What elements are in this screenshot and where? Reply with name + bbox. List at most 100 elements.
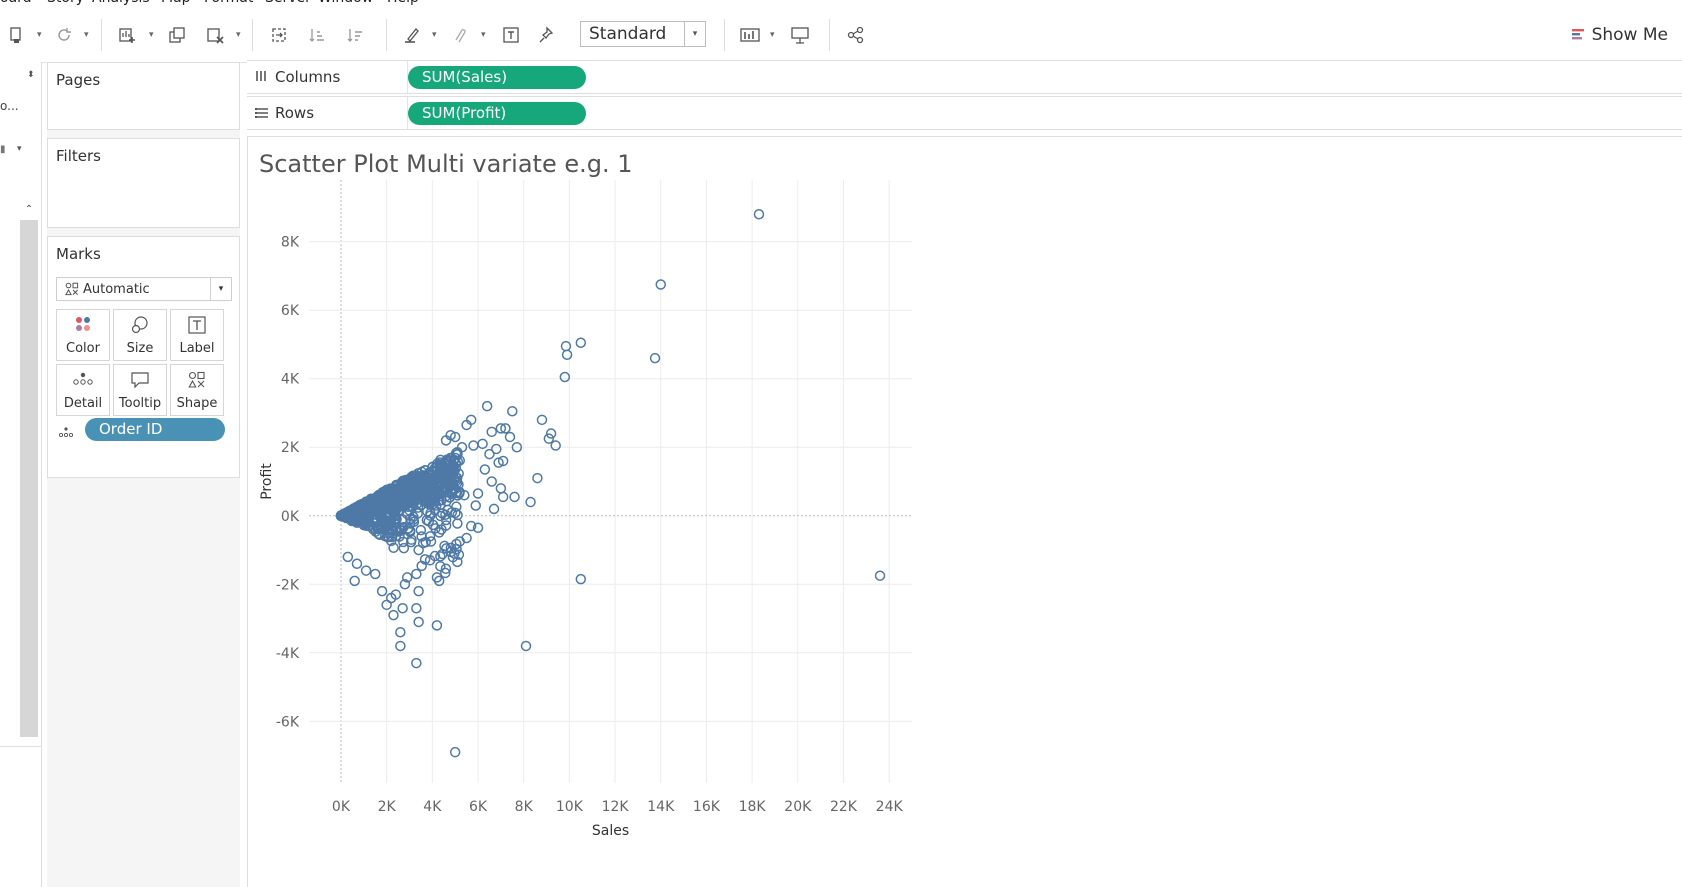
data-point[interactable] xyxy=(561,349,573,360)
marks-card: Marks Automatic ▾ Color Size Label Detai… xyxy=(47,236,240,478)
fit-select[interactable]: Standard ▾ xyxy=(580,21,706,47)
data-point[interactable] xyxy=(486,426,497,438)
data-point[interactable] xyxy=(497,491,509,503)
data-point[interactable] xyxy=(342,551,354,563)
duplicate-icon[interactable] xyxy=(166,24,188,46)
data-point[interactable] xyxy=(413,585,424,597)
label-icon[interactable] xyxy=(500,24,522,46)
label-button[interactable]: Label xyxy=(170,309,224,361)
shape-button[interactable]: Shape xyxy=(170,364,224,416)
menu-item-oard[interactable]: oard xyxy=(0,0,32,6)
refresh-icon[interactable] xyxy=(53,24,75,46)
data-point[interactable] xyxy=(351,558,363,569)
data-point[interactable] xyxy=(484,448,495,460)
scatter-plot[interactable]: 0K 2K 4K 6K 8K 10K 12K 14K 16K 18K 20K 22K 24K 8K 6K 4K… xyxy=(247,180,1682,887)
new-worksheet-icon[interactable] xyxy=(116,24,138,46)
data-point[interactable] xyxy=(507,406,518,417)
filters-shelf[interactable]: Filters xyxy=(47,138,240,228)
sum-sales-pill[interactable]: SUM(Sales) xyxy=(408,66,586,89)
menu-item-window[interactable]: Window xyxy=(318,0,373,6)
data-point[interactable] xyxy=(559,371,571,383)
scroll-up-icon[interactable]: ⌃ xyxy=(20,204,38,220)
data-point[interactable] xyxy=(388,609,399,621)
menu-item-map[interactable]: Map xyxy=(161,0,191,6)
data-point[interactable] xyxy=(397,603,408,614)
data-point[interactable] xyxy=(395,627,406,638)
data-point[interactable] xyxy=(649,352,661,364)
datasource-icon[interactable] xyxy=(5,24,27,46)
data-point[interactable] xyxy=(504,431,516,443)
sort-asc-icon[interactable] xyxy=(306,24,328,46)
columns-shelf[interactable]: Columns SUM(Sales) xyxy=(247,60,1682,94)
sort-desc-icon[interactable] xyxy=(344,24,366,46)
clear-icon[interactable] xyxy=(204,24,226,46)
swap-icon[interactable] xyxy=(268,24,290,46)
data-point[interactable] xyxy=(575,337,587,348)
color-button[interactable]: Color xyxy=(56,309,110,361)
data-point[interactable] xyxy=(411,568,422,580)
data-point[interactable] xyxy=(470,500,481,511)
datasource-dropdown-icon[interactable]: ▾ xyxy=(37,24,42,46)
refresh-dropdown-icon[interactable]: ▾ xyxy=(84,24,89,46)
x-tick-label: 4K xyxy=(423,799,442,815)
data-point[interactable] xyxy=(395,640,406,652)
pages-shelf[interactable]: Pages xyxy=(47,62,240,130)
data-point[interactable] xyxy=(488,503,500,515)
data-point[interactable] xyxy=(550,440,561,451)
data-point[interactable] xyxy=(525,496,536,508)
size-button[interactable]: Size xyxy=(113,309,167,361)
data-point[interactable] xyxy=(495,483,507,494)
data-point[interactable] xyxy=(481,400,493,412)
new-worksheet-dropdown-icon[interactable]: ▾ xyxy=(149,24,154,46)
data-point[interactable] xyxy=(413,544,424,556)
data-point[interactable] xyxy=(413,616,424,628)
menu-item-story[interactable]: Story xyxy=(47,0,84,6)
data-point[interactable] xyxy=(509,491,520,503)
rows-shelf[interactable]: Rows SUM(Profit) xyxy=(247,96,1682,130)
menu-item-analysis[interactable]: Analysis xyxy=(92,0,150,6)
show-me-button[interactable]: Show Me xyxy=(1571,25,1668,45)
clear-dropdown-icon[interactable]: ▾ xyxy=(236,24,241,46)
highlight-dropdown-icon[interactable]: ▾ xyxy=(432,24,437,46)
data-point[interactable] xyxy=(874,570,886,581)
data-point[interactable] xyxy=(376,585,388,597)
x-tick-label: 6K xyxy=(469,799,488,815)
menu-item-server[interactable]: Server xyxy=(265,0,311,6)
data-point[interactable] xyxy=(753,209,765,220)
data-point[interactable] xyxy=(452,518,463,529)
chevron-down-icon[interactable]: ▾ xyxy=(17,144,22,154)
tooltip-button[interactable]: Tooltip xyxy=(113,364,167,416)
presentation-icon[interactable] xyxy=(789,24,811,46)
data-point[interactable] xyxy=(411,603,422,614)
data-point[interactable] xyxy=(520,640,532,652)
data-point[interactable] xyxy=(360,565,372,576)
list-icon[interactable]: ▮ xyxy=(0,144,6,155)
pane-menu-icon[interactable]: ⬍ xyxy=(27,70,35,80)
data-point[interactable] xyxy=(435,560,446,572)
data-point[interactable] xyxy=(431,620,443,631)
share-icon[interactable] xyxy=(845,24,867,46)
pin-icon[interactable] xyxy=(536,24,558,46)
chart-dropdown-icon[interactable]: ▾ xyxy=(770,24,775,46)
highlight-icon[interactable] xyxy=(401,24,423,46)
data-point[interactable] xyxy=(479,464,491,475)
order-id-pill[interactable]: Order ID xyxy=(85,418,225,441)
group-icon[interactable] xyxy=(448,24,470,46)
chart-icon[interactable] xyxy=(739,24,761,46)
menu-item-format[interactable]: Format xyxy=(204,0,253,6)
data-point[interactable] xyxy=(369,568,381,580)
menu-item-help[interactable]: Help xyxy=(387,0,419,6)
mark-type-select[interactable]: Automatic ▾ xyxy=(56,277,232,301)
group-dropdown-icon[interactable]: ▾ xyxy=(481,24,486,46)
data-point[interactable] xyxy=(411,657,422,669)
data-point[interactable] xyxy=(536,414,548,426)
data-point[interactable] xyxy=(449,746,461,758)
sum-profit-pill[interactable]: SUM(Profit) xyxy=(408,102,586,125)
data-point[interactable] xyxy=(532,472,543,484)
scrollbar[interactable] xyxy=(20,220,38,737)
detail-button[interactable]: Detail xyxy=(56,364,110,416)
data-point[interactable] xyxy=(486,476,497,487)
data-point[interactable] xyxy=(468,440,479,451)
toolbar: ▾ ▾ ▾ ▾ ▾ ▾ Standard ▾ ▾ Show Me xyxy=(0,9,1682,63)
data-point[interactable] xyxy=(575,573,587,585)
